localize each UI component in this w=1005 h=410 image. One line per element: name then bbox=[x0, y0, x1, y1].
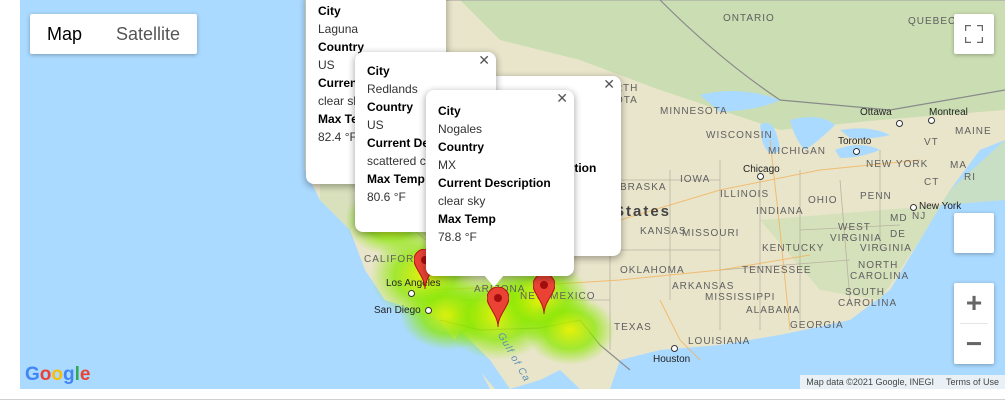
label-iowa: IOWA bbox=[680, 174, 711, 185]
label-louisiana: LOUISIANA bbox=[688, 336, 751, 347]
zoom-out-button[interactable]: − bbox=[954, 324, 994, 364]
label-kansas: KANSAS bbox=[640, 226, 687, 237]
iw-country-label: Country bbox=[438, 140, 484, 154]
label-minnesota: MINNESOTA bbox=[660, 106, 728, 117]
label-kentucky: KENTUCKY bbox=[762, 243, 825, 254]
google-logo: Google bbox=[25, 364, 91, 385]
label-arkansas: ARKANSAS bbox=[672, 281, 735, 292]
city-houston: Houston bbox=[653, 354, 691, 365]
iw-temp-label: Max Temp bbox=[318, 112, 358, 126]
iw-desc-label: Current Description bbox=[438, 176, 551, 190]
map-data-attribution: Map data ©2021 Google, INEGI bbox=[806, 377, 934, 387]
terms-of-use-link[interactable]: Terms of Use bbox=[940, 377, 1005, 387]
label-mississippi: MISSISSIPPI bbox=[705, 292, 776, 303]
label-missouri: MISSOURI bbox=[682, 228, 740, 239]
zoom-control: + − bbox=[954, 283, 994, 364]
label-texas: TEXAS bbox=[614, 322, 652, 333]
label-north: NORTH bbox=[858, 260, 899, 271]
label-alabama: ALABAMA bbox=[746, 305, 801, 316]
iw-desc-label: Current Description bbox=[367, 136, 430, 150]
iw-desc-value: clear sky bbox=[438, 194, 486, 208]
iw-city-value: Nogales bbox=[438, 122, 483, 136]
label-oklahoma: OKLAHOMA bbox=[620, 265, 685, 276]
map-canvas[interactable]: ONTARIO QUEBEC RTH OTA MINNESOTA WISCONS… bbox=[20, 0, 1005, 389]
map-marker[interactable] bbox=[533, 274, 555, 314]
label-ny: NEW YORK bbox=[866, 159, 929, 170]
city-montreal: Montreal bbox=[929, 107, 968, 118]
label-ct: CT bbox=[924, 177, 940, 188]
city-dot bbox=[853, 148, 860, 155]
attribution-bar: Map data ©2021 Google, INEGI Terms of Us… bbox=[800, 375, 1005, 389]
iw-city-value: Laguna bbox=[318, 22, 359, 36]
iw-country-value: MX bbox=[438, 158, 456, 172]
label-tennessee: TENNESSEE bbox=[742, 265, 812, 276]
label-nj: NJ bbox=[912, 211, 927, 222]
label-united-states: States bbox=[614, 203, 672, 220]
fullscreen-icon bbox=[965, 25, 983, 43]
label-ri: RI bbox=[964, 172, 976, 183]
label-vt: VT bbox=[924, 137, 939, 148]
label-indiana: INDIANA bbox=[756, 206, 804, 217]
city-dot bbox=[896, 120, 903, 127]
info-window-tail bbox=[484, 275, 504, 287]
label-maine: MAINE bbox=[955, 126, 992, 137]
iw-desc-value: scattered clouds bbox=[367, 154, 430, 168]
city-dot bbox=[425, 307, 432, 314]
label-md: MD bbox=[890, 213, 908, 224]
iw-temp-value: 78.8 °F bbox=[438, 230, 477, 244]
iw-temp-value: 82.4 °F bbox=[318, 130, 357, 144]
map-type-satellite-button[interactable]: Satellite bbox=[99, 14, 197, 54]
city-dot bbox=[757, 173, 764, 180]
label-de: DE bbox=[890, 229, 906, 240]
map-type-control: Map Satellite bbox=[30, 14, 198, 54]
city-new-york: New York bbox=[919, 201, 962, 212]
city-san-diego: San Diego bbox=[374, 305, 421, 316]
label-illinois: ILLINOIS bbox=[720, 189, 770, 200]
label-georgia: GEORGIA bbox=[790, 320, 844, 331]
iw-city-label: City bbox=[367, 64, 390, 78]
label-wisconsin: WISCONSIN bbox=[706, 130, 773, 141]
zoom-in-button[interactable]: + bbox=[954, 283, 994, 323]
label-carolina: CAROLINA bbox=[850, 271, 910, 282]
label-virginia: VIRGINIA bbox=[860, 243, 912, 254]
map-marker[interactable] bbox=[487, 287, 509, 327]
iw-desc-value: clear sky bbox=[318, 94, 358, 108]
label-carolina-2: CAROLINA bbox=[838, 298, 898, 309]
label-ohio: OHIO bbox=[808, 195, 838, 206]
page-bottom-divider bbox=[0, 399, 1005, 410]
label-ma: MA bbox=[950, 160, 967, 171]
city-dot bbox=[910, 204, 917, 211]
iw-desc-label: Current Description bbox=[318, 76, 358, 90]
label-south: SOUTH bbox=[845, 287, 885, 298]
city-dot bbox=[928, 117, 935, 124]
info-window-nogales: ✕ City Nogales Country MX Current Descri… bbox=[426, 90, 574, 276]
street-view-button[interactable] bbox=[954, 213, 994, 253]
label-michigan: MICHIGAN bbox=[768, 146, 826, 157]
map-type-map-button[interactable]: Map bbox=[30, 14, 99, 54]
label-quebec: QUEBEC bbox=[908, 16, 957, 27]
city-toronto: Toronto bbox=[838, 136, 872, 147]
city-dot bbox=[671, 345, 678, 352]
label-nebraska: BRASKA bbox=[620, 182, 667, 193]
city-dot bbox=[408, 290, 415, 297]
label-west: WEST bbox=[838, 222, 871, 233]
close-icon[interactable]: ✕ bbox=[478, 52, 490, 69]
city-ottawa: Ottawa bbox=[860, 107, 892, 118]
close-icon[interactable]: ✕ bbox=[603, 76, 615, 93]
label-penn: PENN bbox=[860, 191, 892, 202]
iw-city-label: City bbox=[318, 4, 341, 18]
fullscreen-button[interactable] bbox=[954, 14, 994, 54]
iw-city-label: City bbox=[438, 104, 461, 118]
iw-temp-label: Max Temp bbox=[438, 212, 496, 226]
label-ontario: ONTARIO bbox=[723, 13, 775, 24]
label-new-mexico: NEW MEXICO bbox=[520, 291, 596, 302]
iw-temp-label: Max Temp bbox=[367, 172, 425, 186]
close-icon[interactable]: ✕ bbox=[556, 90, 568, 107]
